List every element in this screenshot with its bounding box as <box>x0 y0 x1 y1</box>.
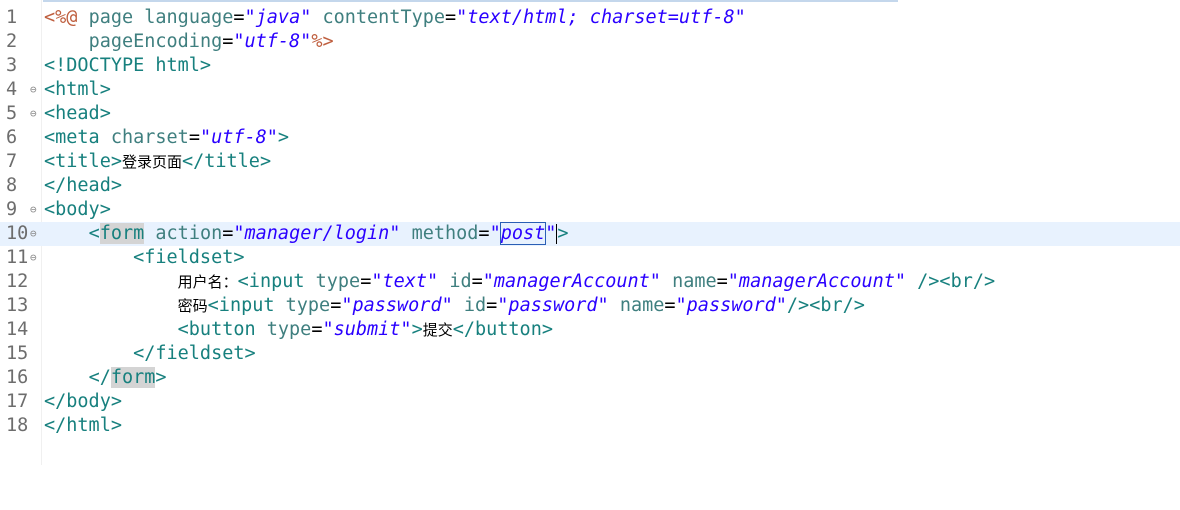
code-line[interactable]: 14 <button type="submit">提交</button> <box>0 318 1180 342</box>
line-code[interactable]: <head> <box>44 102 111 126</box>
line-code[interactable]: 用户名：<input type="text" id="managerAccoun… <box>44 270 995 294</box>
line-code[interactable]: </form> <box>44 366 167 390</box>
fold-collapse-icon[interactable]: ⊖ <box>30 102 37 126</box>
code-line[interactable]: 7 <title>登录页面</title> <box>0 150 1180 174</box>
fold-collapse-icon[interactable]: ⊖ <box>30 78 37 102</box>
line-code[interactable]: <form action="manager/login" method="pos… <box>44 222 569 246</box>
line-number: 13 <box>6 295 29 316</box>
fold-collapse-icon[interactable]: ⊖ <box>30 246 37 270</box>
line-number: 9 <box>6 199 18 220</box>
line-number: 17 <box>6 391 29 412</box>
code-line[interactable]: 8 </head> <box>0 174 1180 198</box>
line-number: 11 <box>6 247 29 268</box>
line-code[interactable]: <!DOCTYPE html> <box>44 54 211 78</box>
line-number: 16 <box>6 367 29 388</box>
line-number: 18 <box>6 415 29 436</box>
line-code[interactable]: <title>登录页面</title> <box>44 150 271 174</box>
code-line[interactable]: 5 ⊖ <head> <box>0 102 1180 126</box>
line-code[interactable]: <%@ page language="java" contentType="te… <box>44 6 746 30</box>
code-line[interactable]: 16 </form> <box>0 366 1180 390</box>
line-code[interactable]: 密码<input type="password" id="password" n… <box>44 294 865 318</box>
code-line[interactable]: 17 </body> <box>0 390 1180 414</box>
line-number: 4 <box>6 79 18 100</box>
code-line[interactable]: 18 </html> <box>0 414 1180 438</box>
line-code[interactable]: <fieldset> <box>44 246 244 270</box>
line-number: 10 <box>6 223 29 244</box>
code-line[interactable]: 4 ⊖ <html> <box>0 78 1180 102</box>
line-number: 5 <box>6 103 18 124</box>
line-number: 12 <box>6 271 29 292</box>
line-number: 3 <box>6 55 18 76</box>
line-code[interactable]: <html> <box>44 78 111 102</box>
code-line[interactable]: 3 <!DOCTYPE html> <box>0 54 1180 78</box>
line-code[interactable]: </body> <box>44 390 122 414</box>
line-number: 2 <box>6 31 18 52</box>
line-number: 14 <box>6 319 29 340</box>
code-line[interactable]: 2 pageEncoding="utf-8"%> <box>0 30 1180 54</box>
fold-collapse-icon[interactable]: ⊖ <box>30 222 37 246</box>
line-number: 1 <box>6 7 18 28</box>
line-code[interactable]: </fieldset> <box>44 342 256 366</box>
line-number: 15 <box>6 343 29 364</box>
line-code[interactable]: <button type="submit">提交</button> <box>44 318 553 342</box>
line-code[interactable]: </html> <box>44 414 122 438</box>
code-line[interactable]: 1 <%@ page language="java" contentType="… <box>0 6 1180 30</box>
line-number: 7 <box>6 151 18 172</box>
code-line[interactable]: 12 用户名：<input type="text" id="managerAcc… <box>0 270 1180 294</box>
editor-top-border <box>0 0 898 2</box>
line-code[interactable]: <meta charset="utf-8"> <box>44 126 289 150</box>
code-line[interactable]: 13 密码<input type="password" id="password… <box>0 294 1180 318</box>
code-line[interactable]: 11 ⊖ <fieldset> <box>0 246 1180 270</box>
code-line[interactable]: 6 <meta charset="utf-8"> <box>0 126 1180 150</box>
code-line[interactable]: 15 </fieldset> <box>0 342 1180 366</box>
code-line[interactable]: 9 ⊖ <body> <box>0 198 1180 222</box>
line-number: 8 <box>6 175 18 196</box>
line-code[interactable]: pageEncoding="utf-8"%> <box>44 30 334 54</box>
code-line-current[interactable]: 10 ⊖ <form action="manager/login" method… <box>0 222 1180 246</box>
fold-collapse-icon[interactable]: ⊖ <box>30 198 37 222</box>
line-number: 6 <box>6 127 18 148</box>
line-code[interactable]: <body> <box>44 198 111 222</box>
line-code[interactable]: </head> <box>44 174 122 198</box>
